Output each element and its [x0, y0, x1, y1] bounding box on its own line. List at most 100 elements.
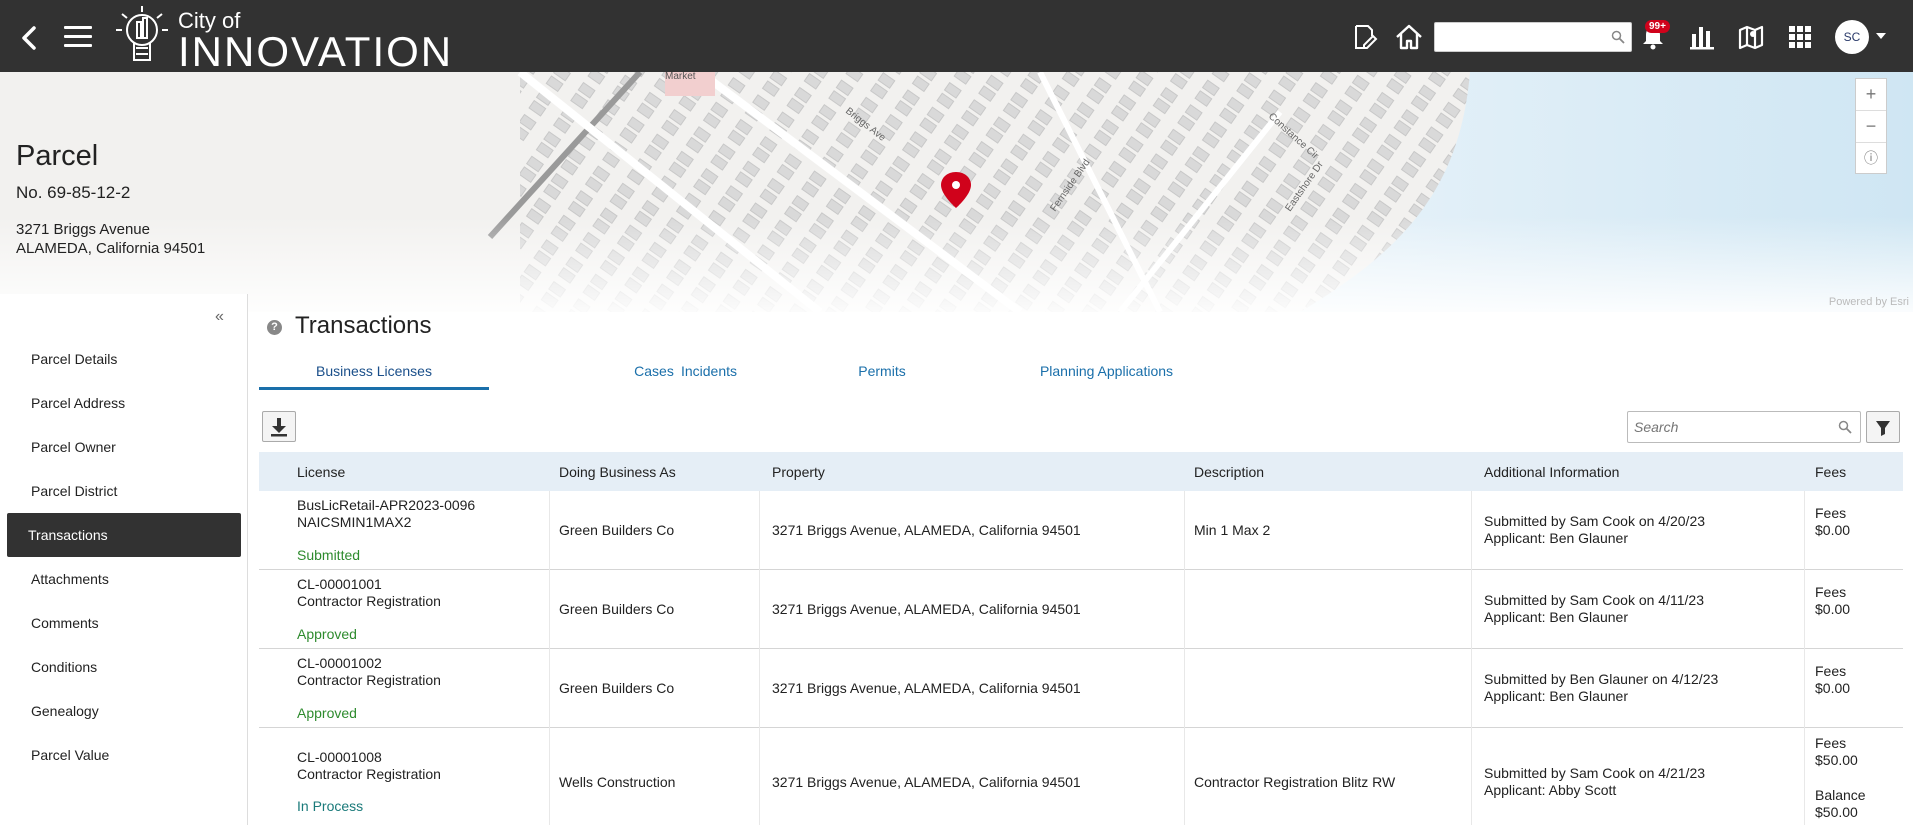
info-submitted: Submitted by Ben Glauner on 4/12/23	[1484, 671, 1719, 687]
info-applicant: Applicant: Ben Glauner	[1484, 609, 1628, 625]
dba-cell: Wells Construction	[559, 774, 676, 790]
table-row[interactable]: BusLicRetail-APR2023-0096 NAICSMIN1MAX2 …	[259, 491, 1903, 570]
svg-text:Market: Market	[665, 72, 696, 82]
parcel-address-line2: ALAMEDA, California 94501	[16, 240, 206, 257]
sidebar-item-parcel-value[interactable]: Parcel Value	[7, 733, 241, 777]
property-cell: 3271 Briggs Avenue, ALAMEDA, California …	[772, 522, 1081, 538]
download-button[interactable]	[262, 411, 296, 442]
info-icon[interactable]: ⓘ	[1856, 143, 1886, 175]
fees-label: Fees	[1815, 505, 1847, 521]
info-submitted: Submitted by Sam Cook on 4/20/23	[1484, 513, 1706, 529]
map-background: Market Briggs Ave Fernside Blvd Constanc…	[0, 72, 1913, 312]
fees-value: $50.00	[1815, 752, 1858, 768]
info-submitted: Submitted by Sam Cook on 4/11/23	[1484, 592, 1704, 608]
city-logo[interactable]: City of INNOVATION	[110, 2, 460, 75]
search-icon	[1838, 420, 1852, 434]
fees-label: Fees	[1815, 735, 1847, 751]
help-icon[interactable]: ?	[267, 320, 282, 335]
license-id-link[interactable]: CL-00001008	[297, 749, 382, 766]
table-header: License Doing Business As Property Descr…	[259, 452, 1903, 491]
parcel-map[interactable]: Market Briggs Ave Fernside Blvd Constanc…	[0, 72, 1913, 312]
map-icon[interactable]	[1736, 22, 1766, 52]
table-row[interactable]: CL-00001001 Contractor Registration Appr…	[259, 570, 1903, 649]
license-type: Contractor Registration	[297, 593, 441, 609]
sidebar: « Parcel Details Parcel Address Parcel O…	[0, 294, 248, 825]
dba-cell: Green Builders Co	[559, 680, 675, 696]
table-row[interactable]: CL-00001008 Contractor Registration In P…	[259, 728, 1903, 825]
table-search-input[interactable]	[1634, 413, 1834, 441]
logo-big-text: INNOVATION	[178, 28, 454, 75]
description-cell: Min 1 Max 2	[1194, 522, 1271, 538]
global-search-input[interactable]	[1434, 22, 1632, 52]
transaction-tabs: Business Licenses Cases Incidents Permit…	[259, 356, 1904, 390]
column-header-dba[interactable]: Doing Business As	[559, 464, 676, 480]
notification-badge: 99+	[1645, 20, 1670, 33]
collapse-sidebar-icon[interactable]: «	[215, 308, 224, 326]
sidebar-item-parcel-details[interactable]: Parcel Details	[7, 337, 241, 381]
fees-label: Fees	[1815, 584, 1847, 600]
sidebar-item-attachments[interactable]: Attachments	[7, 557, 241, 601]
info-applicant: Applicant: Ben Glauner	[1484, 688, 1628, 704]
column-header-additional-info[interactable]: Additional Information	[1484, 464, 1619, 480]
column-header-description[interactable]: Description	[1194, 464, 1264, 480]
edit-document-icon[interactable]	[1349, 22, 1379, 52]
apps-grid-icon[interactable]	[1785, 22, 1815, 52]
info-applicant: Applicant: Abby Scott	[1484, 782, 1617, 798]
property-cell: 3271 Briggs Avenue, ALAMEDA, California …	[772, 601, 1081, 617]
filter-button[interactable]	[1866, 411, 1900, 443]
sidebar-item-comments[interactable]: Comments	[7, 601, 241, 645]
license-type: Contractor Registration	[297, 766, 441, 782]
filter-icon	[1876, 421, 1890, 436]
fees-value: $0.00	[1815, 680, 1851, 696]
chevron-down-icon[interactable]	[1876, 33, 1886, 39]
license-id-link[interactable]: CL-00001001	[297, 576, 382, 593]
status-badge: Approved	[297, 705, 357, 721]
user-avatar[interactable]: SC	[1835, 20, 1869, 54]
zoom-out-icon[interactable]: −	[1856, 111, 1886, 143]
download-icon	[271, 418, 287, 437]
property-cell: 3271 Briggs Avenue, ALAMEDA, California …	[772, 774, 1081, 790]
map-zoom-controls: + − ⓘ	[1855, 78, 1887, 174]
zoom-in-icon[interactable]: +	[1856, 79, 1886, 111]
fees-value: $0.00	[1815, 601, 1851, 617]
status-badge: Submitted	[297, 547, 361, 563]
sidebar-item-transactions[interactable]: Transactions	[7, 513, 241, 557]
license-type: NAICSMIN1MAX2	[297, 514, 412, 530]
balance-value: $50.00	[1815, 804, 1858, 820]
bar-chart-icon[interactable]	[1687, 22, 1717, 52]
map-attribution: Powered by Esri	[1828, 296, 1909, 308]
sidebar-item-genealogy[interactable]: Genealogy	[7, 689, 241, 733]
fees-value: $0.00	[1815, 522, 1851, 538]
back-arrow-icon[interactable]	[14, 22, 46, 54]
sidebar-item-parcel-address[interactable]: Parcel Address	[7, 381, 241, 425]
dba-cell: Green Builders Co	[559, 522, 675, 538]
column-header-property[interactable]: Property	[772, 464, 825, 480]
info-submitted: Submitted by Sam Cook on 4/21/23	[1484, 765, 1706, 781]
top-bar: City of INNOVATION 99+ SC	[0, 0, 1913, 75]
column-header-license[interactable]: License	[297, 464, 345, 480]
tab-permits[interactable]: Permits	[832, 356, 932, 390]
property-cell: 3271 Briggs Avenue, ALAMEDA, California …	[772, 680, 1081, 696]
page-title: Transactions	[295, 312, 432, 339]
tab-planning-applications[interactable]: Planning Applications	[1009, 356, 1204, 390]
license-id-link[interactable]: BusLicRetail-APR2023-0096	[297, 497, 475, 514]
sidebar-item-parcel-owner[interactable]: Parcel Owner	[7, 425, 241, 469]
hamburger-menu-icon[interactable]	[64, 26, 92, 48]
license-id-link[interactable]: CL-00001002	[297, 655, 382, 672]
sidebar-item-conditions[interactable]: Conditions	[7, 645, 241, 689]
balance-label: Balance	[1815, 787, 1866, 803]
parcel-address-line1: 3271 Briggs Avenue	[16, 221, 150, 238]
tab-business-licenses[interactable]: Business Licenses	[259, 356, 489, 390]
column-header-fees[interactable]: Fees	[1815, 464, 1846, 480]
status-badge: Approved	[297, 626, 357, 642]
sidebar-item-parcel-district[interactable]: Parcel District	[7, 469, 241, 513]
table-search-field[interactable]	[1627, 411, 1861, 443]
parcel-title: Parcel	[16, 140, 99, 172]
description-cell: Contractor Registration Blitz RW	[1194, 774, 1396, 790]
table-row[interactable]: CL-00001002 Contractor Registration Appr…	[259, 649, 1903, 728]
dba-cell: Green Builders Co	[559, 601, 675, 617]
info-applicant: Applicant: Ben Glauner	[1484, 530, 1628, 546]
tab-incidents[interactable]: Incidents	[649, 356, 769, 390]
lightbulb-icon	[116, 6, 168, 61]
home-icon[interactable]	[1394, 22, 1424, 52]
